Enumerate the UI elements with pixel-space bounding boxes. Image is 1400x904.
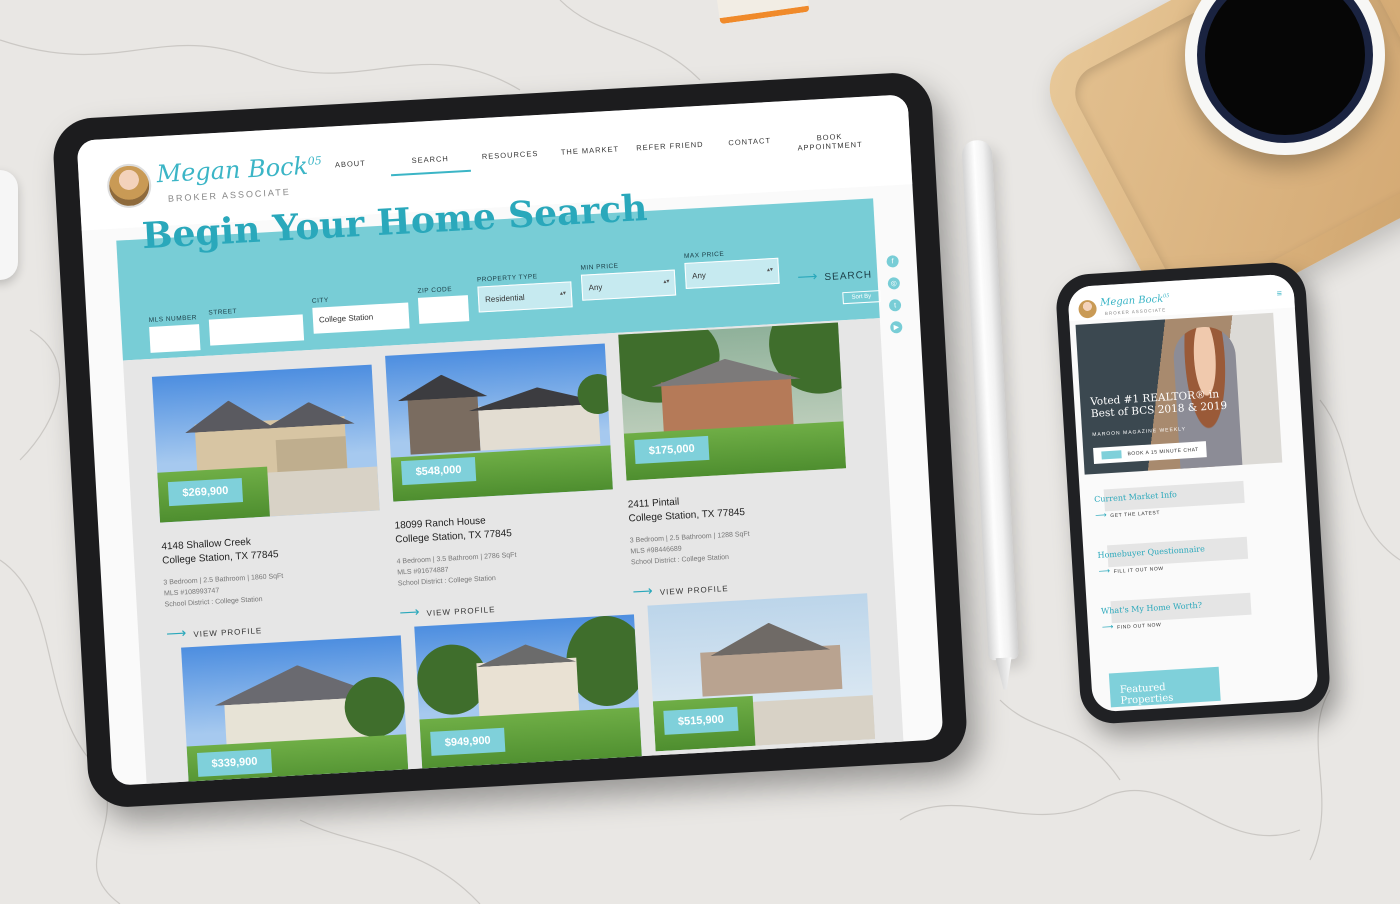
street-field: STREET <box>208 304 305 346</box>
listing-address: 18099 Ranch House College Station, TX 77… <box>394 507 615 547</box>
view-profile-label: VIEW PROFILE <box>193 625 263 639</box>
sort-by-button[interactable]: Sort By <box>842 290 881 305</box>
price-tag: $949,900 <box>430 727 506 756</box>
property-type-select[interactable]: Residential <box>477 281 573 313</box>
book-chat-label: BOOK A 15 MINUTE CHAT <box>1127 446 1199 458</box>
listing-address: 4148 Shallow Creek College Station, TX 7… <box>161 528 382 568</box>
featured-properties-heading: Featured Properties <box>1108 666 1221 708</box>
max-price-select[interactable]: Any <box>684 257 780 289</box>
home-worth-block[interactable]: What's My Home Worth? ⟶ FIND OUT NOW <box>1101 592 1252 632</box>
listing-address: 2411 Pintail College Station, TX 77845 <box>627 486 848 526</box>
listing-photo[interactable]: $949,900 <box>414 614 643 773</box>
logo-subtitle: BROKER ASSOCIATE <box>1104 307 1167 317</box>
listing-photo[interactable]: $175,000 <box>618 322 847 481</box>
mobile-logo[interactable]: Megan Bock05 <box>1100 293 1170 309</box>
price-tag: $339,900 <box>196 748 273 777</box>
min-price-select[interactable]: Any <box>580 269 677 301</box>
property-type-field: PROPERTY TYPE Residential <box>477 271 573 313</box>
zip-input[interactable] <box>417 295 470 324</box>
listing-card[interactable]: $175,000 2411 Pintail College Station, T… <box>618 322 852 600</box>
block-link-label: GET THE LATEST <box>1110 509 1161 519</box>
listing-photo[interactable]: $548,000 <box>385 343 613 502</box>
arrow-right-icon: ⟶ <box>398 602 421 620</box>
block-link-label: FIND OUT NOW <box>1116 621 1162 631</box>
nav-resources[interactable]: RESOURCES <box>470 148 551 171</box>
main-nav: ABOUT SEARCH RESOURCES THE MARKET REFER … <box>310 130 870 180</box>
listing-meta: 3 Bedroom | 2.5 Bathroom | 1288 SqFt MLS… <box>630 524 851 569</box>
arrow-right-icon: ⟶ <box>1101 621 1115 632</box>
price-tag: $515,900 <box>663 706 739 735</box>
mls-label: MLS NUMBER <box>148 314 198 324</box>
nav-about[interactable]: ABOUT <box>310 157 391 180</box>
tablet-screen: Megan Bock05 BROKER ASSOCIATE ABOUT SEAR… <box>76 94 944 786</box>
questionnaire-block[interactable]: Homebuyer Questionnaire ⟶ FILL IT OUT NOW <box>1097 536 1249 576</box>
listing-card[interactable]: $515,900 <box>647 593 876 752</box>
price-tag: $175,000 <box>634 435 710 465</box>
nav-refer-friend[interactable]: REFER FRIEND <box>630 139 711 162</box>
price-tag: $548,000 <box>401 456 477 486</box>
listing-meta: 3 Bedroom | 2.5 Bathroom | 1860 SqFt MLS… <box>163 566 384 611</box>
listing-card[interactable]: $949,900 <box>414 614 643 773</box>
avatar <box>1078 299 1098 319</box>
button-accent <box>1101 450 1122 460</box>
search-button-label: SEARCH <box>824 269 873 284</box>
arrow-right-icon: ⟶ <box>165 623 188 642</box>
min-price-field: MIN PRICE Any <box>580 260 677 301</box>
hero-banner: Voted #1 REALTOR® in Best of BCS 2018 & … <box>1075 312 1283 475</box>
nav-the-market[interactable]: THE MARKET <box>550 144 631 167</box>
hero-publication: MAROON MAGAZINE WEEKLY <box>1092 426 1187 439</box>
arrow-right-icon: ⟶ <box>1098 565 1111 576</box>
earbud <box>0 170 18 280</box>
city-input[interactable]: College Station <box>312 302 410 334</box>
phone-screen: Megan Bock05 BROKER ASSOCIATE ≡ Voted #1… <box>1067 273 1319 713</box>
max-price-field: MAX PRICE Any <box>684 248 780 289</box>
twitter-icon[interactable]: t <box>888 298 902 312</box>
view-profile-label: VIEW PROFILE <box>426 604 496 618</box>
logo-subtitle: BROKER ASSOCIATE <box>167 186 291 204</box>
nav-search[interactable]: SEARCH <box>390 152 471 177</box>
social-links: f ◎ t ▶ <box>886 255 903 334</box>
zip-label: ZIP CODE <box>417 286 453 295</box>
nav-book-appointment[interactable]: BOOK APPOINTMENT <box>789 130 870 153</box>
price-tag: $269,900 <box>167 478 243 507</box>
listing-card[interactable]: $548,000 18099 Ranch House College Stati… <box>385 343 619 621</box>
phone-device: Megan Bock05 BROKER ASSOCIATE ≡ Voted #1… <box>1054 260 1332 726</box>
listing-photo[interactable]: $339,900 <box>181 635 409 786</box>
listing-photo[interactable]: $269,900 <box>151 364 380 523</box>
avatar <box>106 162 153 210</box>
site-logo[interactable]: Megan Bock05 <box>156 151 323 188</box>
arrow-right-icon: ⟶ <box>1094 510 1108 520</box>
logo-name: Megan Bock <box>1099 293 1164 309</box>
city-field: CITY College Station <box>312 292 410 334</box>
logo-name: Megan Bock <box>155 151 309 189</box>
instagram-icon[interactable]: ◎ <box>887 277 901 290</box>
street-input[interactable] <box>208 314 305 346</box>
nav-contact[interactable]: CONTACT <box>710 135 791 158</box>
listing-meta: 4 Bedroom | 3.5 Bathroom | 2786 SqFt MLS… <box>396 545 617 590</box>
arrow-right-icon: ⟶ <box>632 581 655 599</box>
listing-card[interactable]: $269,900 4148 Shallow Creek College Stat… <box>151 364 386 642</box>
zip-field: ZIP CODE <box>417 285 470 324</box>
view-profile-label: VIEW PROFILE <box>659 583 729 597</box>
market-info-block[interactable]: Current Market Info ⟶ GET THE LATEST <box>1094 480 1245 520</box>
block-link-label: FILL IT OUT NOW <box>1113 565 1164 575</box>
hamburger-icon[interactable]: ≡ <box>1276 288 1282 298</box>
mls-field: MLS NUMBER <box>149 314 201 353</box>
youtube-icon[interactable]: ▶ <box>889 320 903 334</box>
arrow-right-icon: ⟶ <box>796 267 819 285</box>
logo-superscript: 05 <box>1162 293 1170 300</box>
facebook-icon[interactable]: f <box>886 255 899 268</box>
tablet-device: Megan Bock05 BROKER ASSOCIATE ABOUT SEAR… <box>51 70 969 810</box>
mls-input[interactable] <box>149 324 201 353</box>
listing-photo[interactable]: $515,900 <box>647 593 876 752</box>
listing-card[interactable]: $339,900 <box>181 635 409 786</box>
